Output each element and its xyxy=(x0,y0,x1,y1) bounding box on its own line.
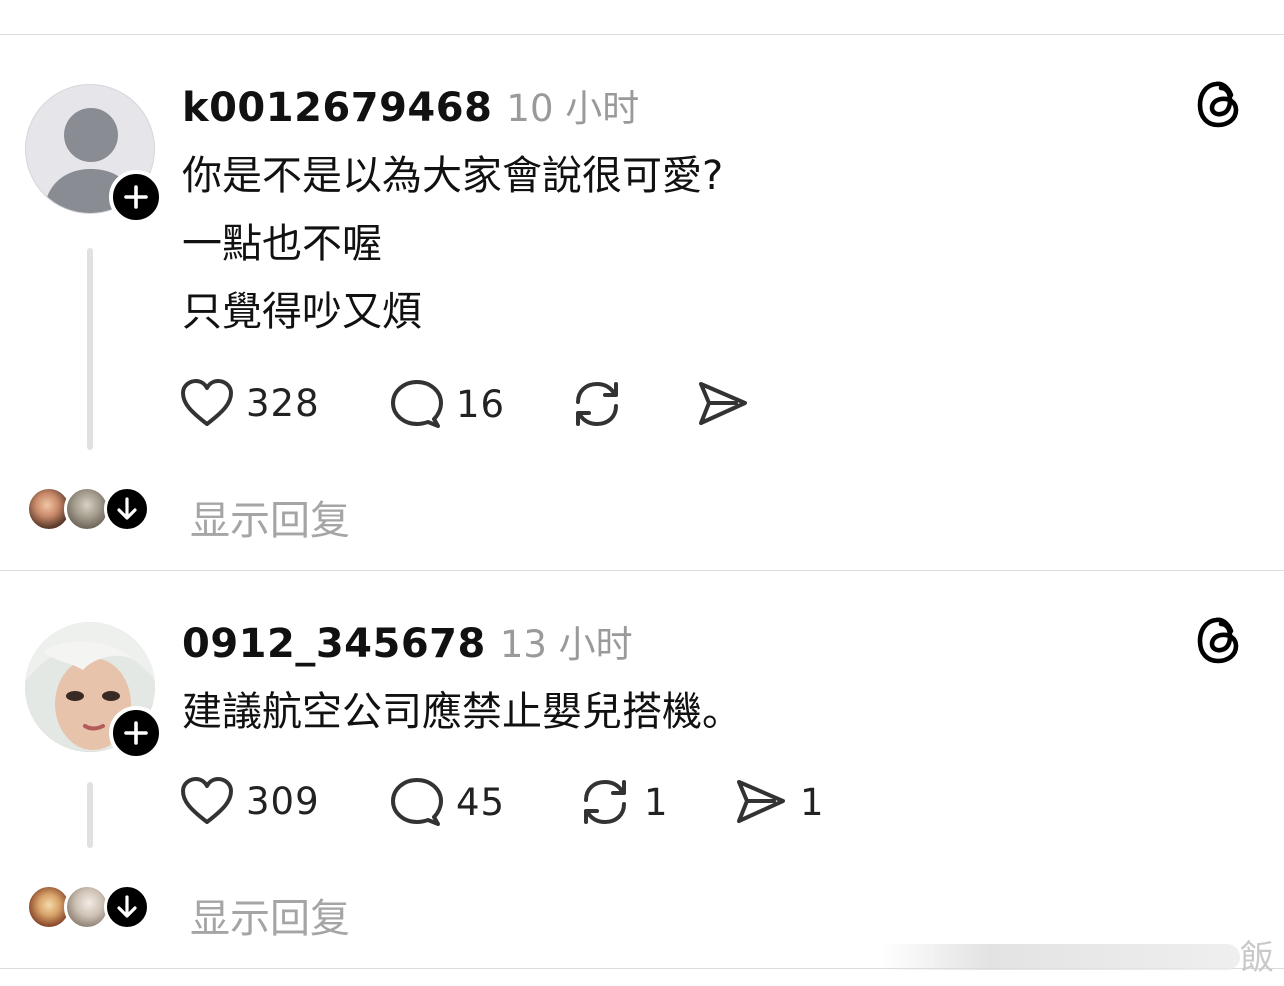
heart-icon xyxy=(181,777,233,824)
post-content: 建議航空公司應禁止嬰兒搭機。 xyxy=(182,678,742,746)
threads-logo-icon[interactable] xyxy=(1196,614,1244,666)
share-button[interactable]: 1 xyxy=(734,776,825,828)
comment-button[interactable]: 45 xyxy=(390,776,505,828)
repost-count: 1 xyxy=(644,780,669,824)
username[interactable]: 0912_345678 xyxy=(182,621,486,667)
like-count: 309 xyxy=(246,779,320,823)
post-header: 0912_345678 13 小时 xyxy=(182,614,633,668)
send-icon xyxy=(737,780,785,823)
timestamp: 13 小时 xyxy=(499,623,633,666)
share-count: 1 xyxy=(800,780,825,824)
show-replies-link[interactable]: 显示回复 xyxy=(190,886,350,944)
threads-feed: k0012679468 10 小时 你是不是以為大家會說很可愛? 一點也不喔 只… xyxy=(0,0,1284,986)
expand-replies-button[interactable] xyxy=(104,884,150,930)
repost-button[interactable]: 1 xyxy=(578,776,669,828)
watermark-text: 飯 xyxy=(1240,938,1274,978)
plus-icon xyxy=(124,721,148,745)
post-line: 建議航空公司應禁止嬰兒搭機。 xyxy=(182,689,742,735)
reply-avatars[interactable] xyxy=(26,884,156,934)
arrow-down-icon xyxy=(117,895,137,918)
watermark-bar xyxy=(880,944,1240,970)
comment-count: 45 xyxy=(456,780,506,824)
like-button[interactable]: 309 xyxy=(180,776,320,826)
repost-icon xyxy=(584,779,626,825)
thread-line xyxy=(87,782,93,848)
follow-button[interactable] xyxy=(109,706,163,760)
post-2: 0912_345678 13 小时 建議航空公司應禁止嬰兒搭機。 309 45 xyxy=(0,0,1284,970)
comment-icon xyxy=(391,778,443,826)
